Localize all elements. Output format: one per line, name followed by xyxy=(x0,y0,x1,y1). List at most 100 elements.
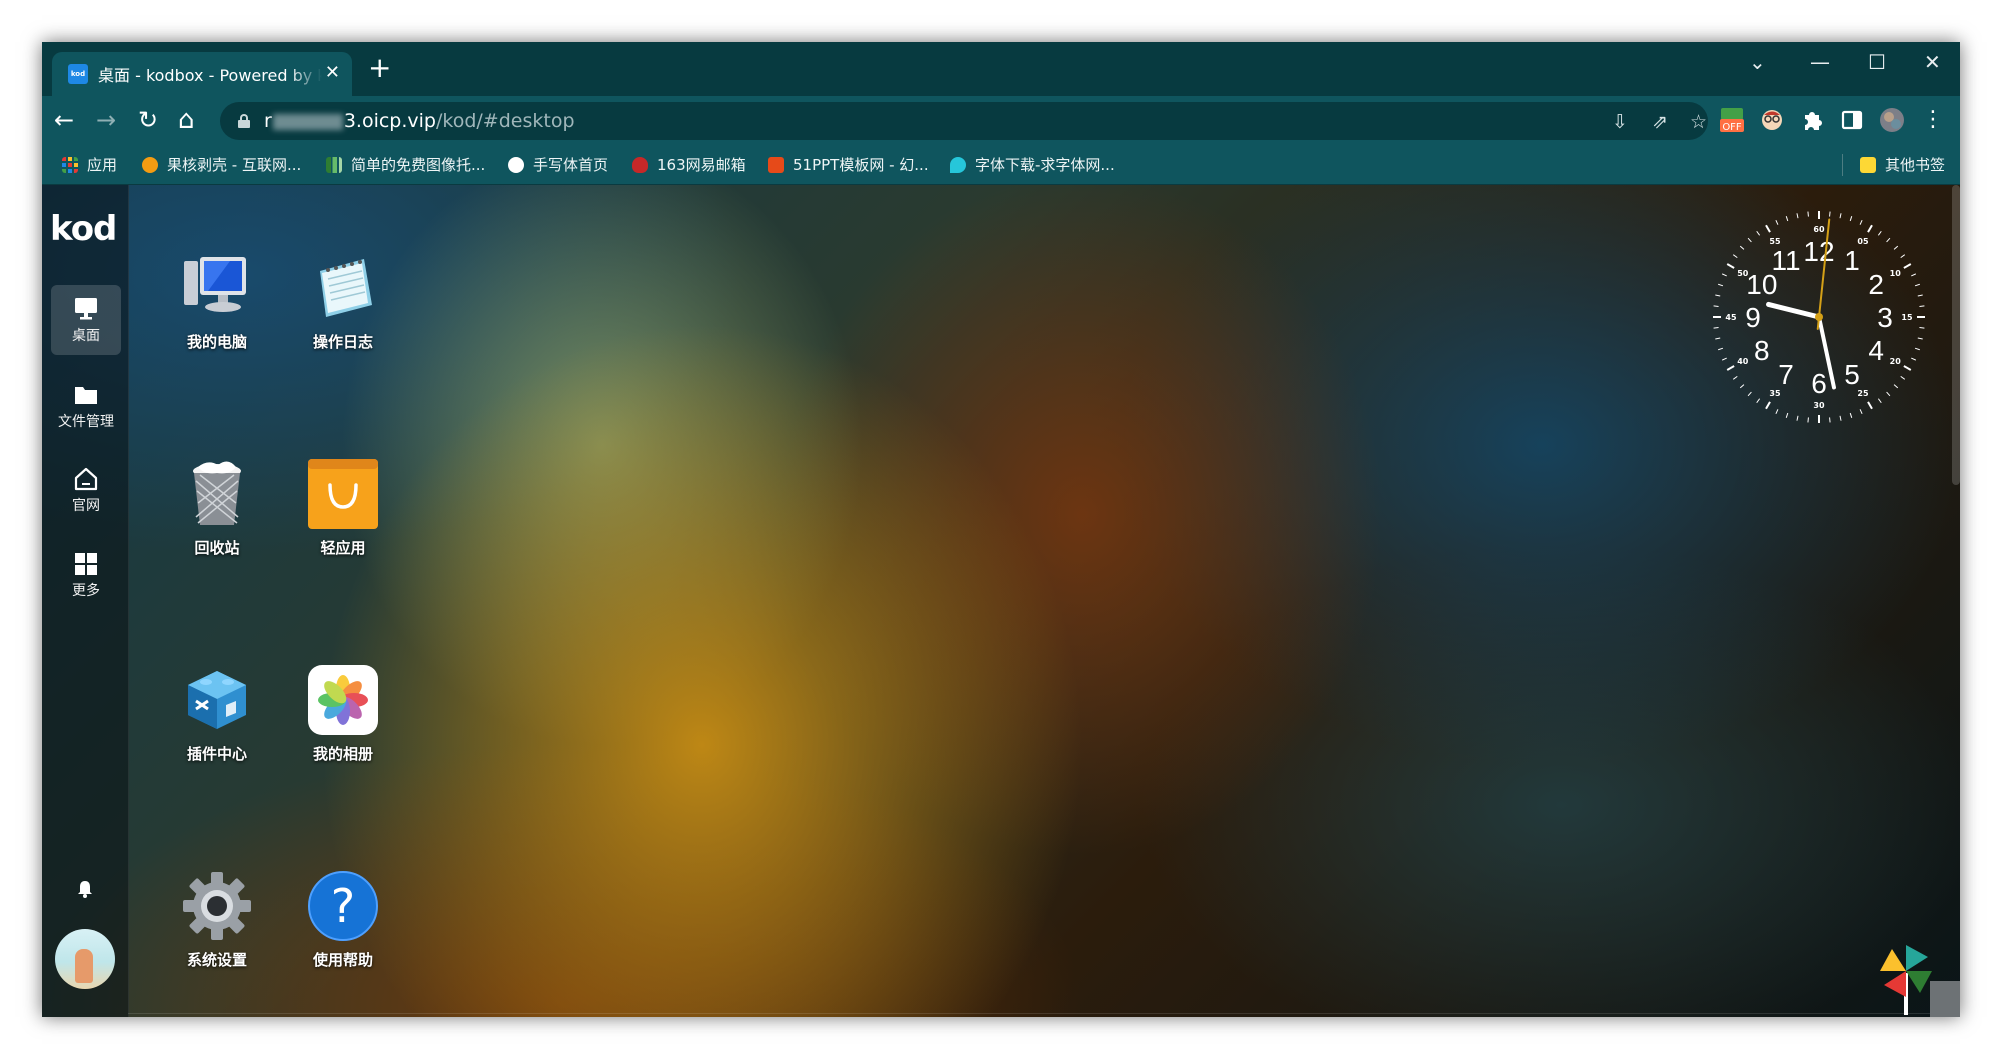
svg-text:?: ? xyxy=(331,879,355,933)
clock-tick xyxy=(1829,417,1831,423)
desktop-icon-recycle-bin[interactable]: 回收站 xyxy=(162,457,272,558)
address-bar[interactable]: r 3.oicp.vip/kod/#desktop ⇩ ⇗ ☆ xyxy=(220,102,1708,140)
browser-menu-icon[interactable]: ⋮ xyxy=(1922,107,1944,133)
tab-close-icon[interactable]: ✕ xyxy=(325,62,340,83)
browser-window: kod 桌面 - kodbox - Powered by kodcloud ✕ … xyxy=(42,42,1960,1017)
side-panel-icon[interactable] xyxy=(1838,106,1866,134)
clock-tick xyxy=(1829,211,1831,217)
bar-chart-icon xyxy=(326,156,342,173)
bookmark-51ppt[interactable]: 51PPT模板网 - 幻... xyxy=(768,154,929,175)
clock-tick xyxy=(1721,273,1727,277)
sidebar-item-more[interactable]: 更多 xyxy=(51,540,121,610)
back-button[interactable]: ← xyxy=(54,107,74,133)
clock-tick xyxy=(1903,263,1912,269)
notification-bell-icon[interactable] xyxy=(76,879,94,899)
clock-minute-numeral: 60 xyxy=(1813,225,1825,234)
sidebar-item-website[interactable]: 官网 xyxy=(51,455,121,525)
bookmarks-divider xyxy=(1842,154,1843,176)
clock-hour-numeral: 12 xyxy=(1803,236,1834,267)
close-window-button[interactable]: ✕ xyxy=(1924,50,1941,74)
desktop-icon-help[interactable]: ? 使用帮助 xyxy=(288,869,398,970)
home-button[interactable]: ⌂ xyxy=(178,107,195,133)
clock-tick xyxy=(1807,211,1809,217)
clock-tick xyxy=(1756,230,1761,236)
forward-button[interactable]: → xyxy=(96,107,116,133)
notepad-icon xyxy=(320,259,372,317)
sidebar-item-label: 文件管理 xyxy=(58,414,114,430)
sidebar-item-files[interactable]: 文件管理 xyxy=(51,371,121,441)
lock-icon[interactable] xyxy=(238,114,250,128)
desktop-icon-light-app[interactable]: 轻应用 xyxy=(288,457,398,558)
taskbar-divider xyxy=(128,1013,1960,1014)
desktop-icon-my-album[interactable]: 我的相册 xyxy=(288,663,398,764)
bookmark-guohe[interactable]: 果核剥壳 - 互联网... xyxy=(142,154,301,175)
clock-tick xyxy=(1900,375,1906,380)
clock-tick xyxy=(1893,384,1899,389)
tab-search-chevron-icon[interactable]: ⌄ xyxy=(1749,50,1766,74)
extension-face-icon[interactable] xyxy=(1758,106,1786,134)
clock-tick xyxy=(1796,213,1799,219)
bookmark-label: 应用 xyxy=(87,156,118,174)
photos-icon xyxy=(308,665,378,735)
extension-off-icon[interactable]: OFF xyxy=(1718,106,1746,134)
gear-icon xyxy=(183,872,251,940)
corner-panel-toggle[interactable] xyxy=(1930,981,1960,1017)
clock-tick xyxy=(1877,398,1882,404)
bookmark-apps[interactable]: 应用 xyxy=(62,154,117,175)
clock-hour-numeral: 11 xyxy=(1771,245,1800,276)
svg-text:OFF: OFF xyxy=(1722,122,1742,133)
clock-tick xyxy=(1849,216,1853,222)
clock-tick xyxy=(1732,254,1738,259)
help-icon: ? xyxy=(308,871,378,941)
share-icon[interactable]: ⇗ xyxy=(1652,111,1668,133)
reload-button[interactable]: ↻ xyxy=(138,107,158,133)
monitor-icon xyxy=(75,298,97,320)
desktop-icon-operation-log[interactable]: 操作日志 xyxy=(288,251,398,352)
clock-tick xyxy=(1739,384,1745,389)
bookmark-163-mail[interactable]: 163网易邮箱 xyxy=(632,154,746,175)
extensions-puzzle-icon[interactable] xyxy=(1798,106,1826,134)
desktop-icon-label: 操作日志 xyxy=(312,333,373,351)
bookmark-image-host[interactable]: 简单的免费图像托... xyxy=(326,154,485,175)
install-app-icon[interactable]: ⇩ xyxy=(1612,111,1628,133)
bookmark-handwriting[interactable]: 手写体首页 xyxy=(508,154,608,175)
desktop-icon-label: 轻应用 xyxy=(320,539,366,557)
clock-minute-numeral: 15 xyxy=(1901,313,1913,322)
desktop-icon-system-settings[interactable]: 系统设置 xyxy=(162,869,272,970)
clock-tick xyxy=(1849,412,1853,418)
bookmark-star-icon[interactable]: ☆ xyxy=(1690,111,1707,133)
bookmark-label: 字体下载-求字体网... xyxy=(975,156,1115,174)
clock-tick xyxy=(1747,391,1752,397)
folder-icon xyxy=(75,387,97,404)
bookmark-font-download[interactable]: 字体下载-求字体网... xyxy=(950,154,1115,175)
desktop-icon-my-computer[interactable]: 我的电脑 xyxy=(162,251,272,352)
sidebar-item-label: 更多 xyxy=(72,583,100,599)
clock-hour-hand xyxy=(1766,301,1822,320)
page-scrollbar[interactable] xyxy=(1952,185,1960,485)
clock-tick xyxy=(1785,216,1789,222)
user-avatar[interactable] xyxy=(55,929,115,989)
globe-icon xyxy=(508,156,524,173)
clock-tick xyxy=(1739,245,1745,250)
clock-tick xyxy=(1715,294,1721,297)
clock-tick xyxy=(1886,391,1891,397)
clock-tick xyxy=(1839,213,1842,219)
clock-tick xyxy=(1713,327,1719,329)
clock-tick xyxy=(1900,254,1906,259)
pinwheel-icon[interactable] xyxy=(1878,943,1934,1015)
shopping-bag-icon xyxy=(308,459,378,529)
clock-tick xyxy=(1859,219,1863,225)
desktop-icon-plugin-center[interactable]: 插件中心 xyxy=(162,663,272,764)
bookmark-label: 51PPT模板网 - 幻... xyxy=(793,156,929,174)
new-tab-button[interactable]: + xyxy=(368,54,391,82)
tab-desktop[interactable]: kod 桌面 - kodbox - Powered by kodcloud ✕ xyxy=(52,52,352,96)
maximize-button[interactable]: ☐ xyxy=(1868,50,1886,74)
clock-hour-numeral: 1 xyxy=(1844,245,1860,276)
clock-tick xyxy=(1919,327,1925,329)
profile-avatar-icon[interactable] xyxy=(1878,106,1906,134)
bookmark-other-folder[interactable]: 其他书签 xyxy=(1860,154,1945,175)
sidebar-item-desktop[interactable]: 桌面 xyxy=(51,285,121,355)
map-pin-icon xyxy=(950,156,966,173)
minimize-button[interactable]: — xyxy=(1810,50,1830,74)
clock-tick xyxy=(1859,409,1863,415)
